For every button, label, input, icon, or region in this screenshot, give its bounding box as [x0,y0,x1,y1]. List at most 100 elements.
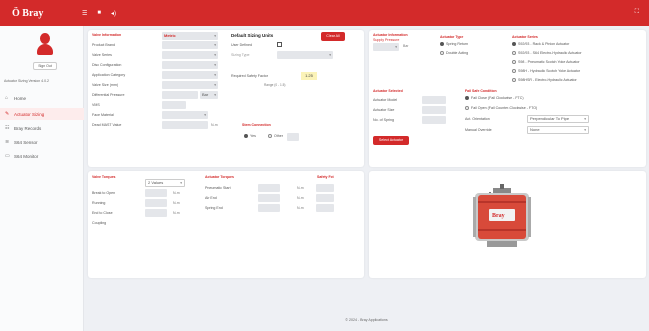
chevron-down-icon: ▾ [584,117,586,121]
safety-factor-input[interactable]: 1.25 [301,72,317,80]
user-defined-checkbox[interactable] [277,42,282,47]
chevron-down-icon: ▾ [584,128,586,132]
stop-icon[interactable]: ■ [97,10,101,16]
dead-mast-input[interactable] [162,121,208,129]
chevron-down-icon: ▾ [214,53,216,57]
safety-range-hint: Range (0 - 1.5) [264,83,286,87]
vms-input[interactable] [162,101,186,109]
actuator-card: Actuator Information Supply Pressure ▾ B… [369,30,646,167]
series-radio-2[interactable]: S98 - Pneumatic Scotch Yoke Actuator [512,60,580,65]
series-radio-1[interactable]: S92/93 - S64 Electro-Hydraulic Actuator [512,51,582,56]
end-to-close-field [145,209,167,217]
avatar [37,33,53,55]
supply-pressure-select[interactable]: ▾ [373,43,399,51]
actuator-size-label: Actuator Size [373,108,395,112]
actuator-model-label: Actuator Model [373,98,398,102]
actuator-size-field [422,106,446,114]
fullscreen-icon[interactable]: ⛶ [635,9,639,16]
series-radio-3[interactable]: S98H - Hydraulic Scotch Yoke Actuator [512,69,580,74]
valve-series-select[interactable]: ▾ [162,51,218,59]
valve-size-label: Valve Size (mm) [92,83,119,87]
face-material-label: Face Material [92,113,114,117]
sign-out-button[interactable]: Sign Out [33,62,57,70]
series-radio-4[interactable]: S98HSR - Electro-Hydraulic Actuator [512,78,577,83]
actuator-image-card: Bray [369,171,646,278]
actuator-series-title: Actuator Series [512,35,538,39]
sidebar-item-s64-monitor[interactable]: ▭ S64 Monitor [0,150,84,162]
stem-yes-radio[interactable]: Yes [244,134,256,139]
double-acting-radio[interactable]: Double Acting [440,51,468,56]
manual-override-select[interactable]: None ▾ [527,126,589,134]
wrench-icon: ✎ [5,111,10,117]
chevron-down-icon: ▾ [214,83,216,87]
spring-end-label: Spring End [205,206,223,210]
valve-size-select[interactable]: ▾ [162,81,218,89]
fail-close-radio[interactable]: Fail Close (Fail Clockwise - FTC) [465,96,524,101]
differential-pressure-input[interactable] [162,91,198,99]
sidebar-item-s64-sensor[interactable]: ≋ S64 Sensor [0,136,84,148]
disc-configuration-label: Disc Configuration [92,63,122,67]
user-defined-label: User Defined [231,43,252,47]
radio-empty-icon [512,78,516,83]
sidebar: Sign Out Actuator Sizing Version 4.0.2 ⌂… [0,26,84,331]
stem-other-radio[interactable]: Other [268,134,283,139]
sizing-type-select[interactable]: ▾ [277,51,333,59]
radio-empty-icon [465,106,469,111]
radio-selected-icon [465,96,469,101]
safety-factor-column-title: Safety Fct [317,175,334,179]
sidebar-item-actuator-sizing[interactable]: ✎ Actuator Sizing [0,108,84,120]
app-version: Actuator Sizing Version 4.0.2 [4,79,49,83]
chevron-down-icon: ▾ [214,63,216,67]
air-end-field [258,194,280,202]
application-category-label: Application Category [92,73,126,77]
valve-sizing-card: Valve Information Metric ▾ Product Brand … [88,30,364,167]
face-material-select[interactable]: ▾ [162,111,208,119]
actuator-image: Bray [473,184,531,247]
sizing-units-title: Default Sizing Units [231,33,274,38]
disc-configuration-select[interactable]: ▾ [162,61,218,69]
valve-series-label: Valve Series [92,53,112,57]
sidebar-item-bray-records[interactable]: ☷ Bray Records [0,122,84,134]
orientation-label: Act. Orientation [465,117,490,121]
radio-empty-icon [268,134,272,139]
product-brand-label: Product Brand [92,43,115,47]
clear-all-button[interactable]: Clear All [321,32,345,41]
chevron-down-icon: ▾ [395,45,397,49]
break-to-open-unit: N-m [173,191,180,195]
end-to-close-unit: N-m [173,211,180,215]
stem-other-input[interactable] [287,133,299,141]
wifi-icon: ≋ [5,139,10,145]
sidebar-item-home[interactable]: ⌂ Home [0,92,84,104]
coupling-label: Coupling [92,221,107,225]
bray-logo[interactable]: Ö Bray [12,8,82,19]
fail-open-radio[interactable]: Fail Open (Fail Counter-Clockwise - FTO) [465,106,537,111]
menu-icon[interactable]: ☰ [82,10,87,17]
supply-pressure-label: Supply Pressure [373,38,400,42]
no-of-spring-label: No. of Spring [373,118,394,122]
radio-empty-icon [440,51,444,56]
safety-factor-label: Required Safety Factor [231,74,268,78]
pressure-unit-select[interactable]: Bar ▾ [200,91,218,99]
values-select[interactable]: 2 Values ▾ [145,179,185,187]
radio-selected-icon [440,42,444,47]
pneumatic-start-unit: N-m [297,186,304,190]
speaker-icon[interactable]: ◂) [111,10,116,17]
differential-pressure-label: Differential Pressure [92,93,125,97]
running-label: Running [92,201,106,205]
valve-info-title: Valve Information [92,33,122,37]
list-icon: ☷ [5,125,10,131]
vms-label: VMS [92,103,100,107]
spring-end-safety [316,204,334,212]
air-end-label: Air End [205,196,217,200]
series-radio-0[interactable]: S92/93 - Rack & Pinion Actuator [512,42,569,47]
product-brand-select[interactable]: ▾ [162,41,218,49]
units-select[interactable]: Metric ▾ [162,32,218,40]
air-end-unit: N-m [297,196,304,200]
actuator-type-title: Actuator Type [440,35,464,39]
orientation-select[interactable]: Perpendicular To Pipe ▾ [527,115,589,123]
application-category-select[interactable]: ▾ [162,71,218,79]
mast-unit: N-m [211,123,218,127]
spring-return-radio[interactable]: Spring Return [440,42,468,47]
chevron-down-icon: ▾ [204,113,206,117]
select-actuator-button[interactable]: Select Actuator [373,136,409,145]
